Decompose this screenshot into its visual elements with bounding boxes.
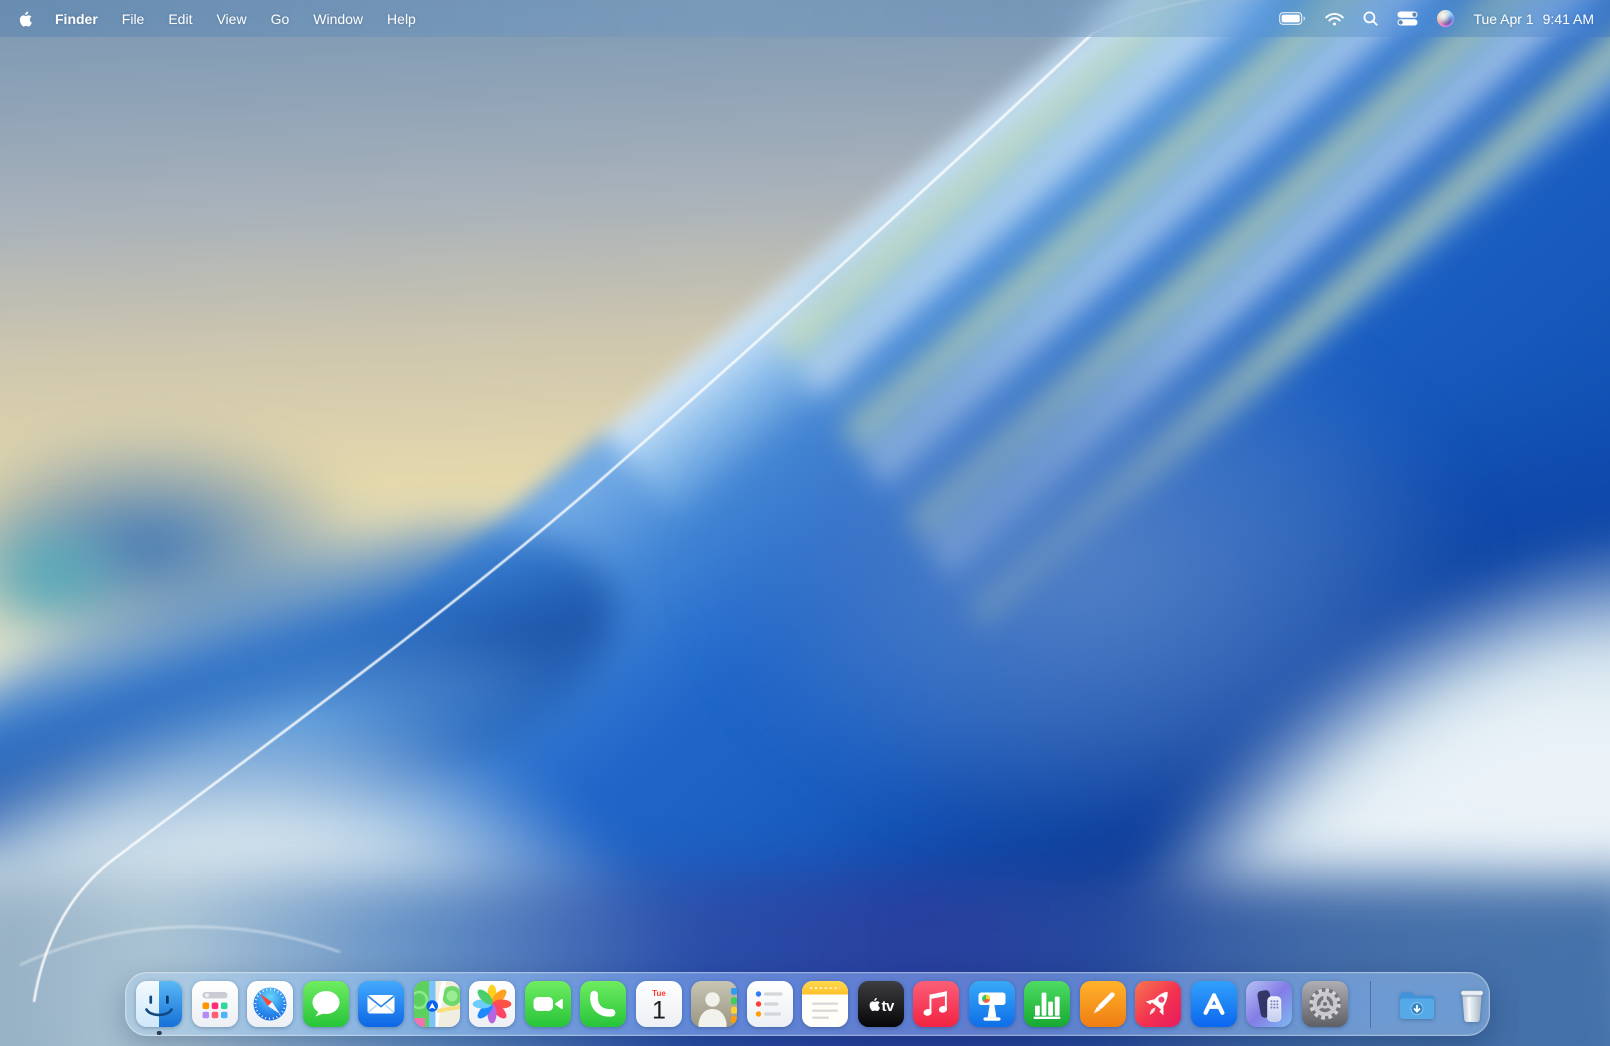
dock-tv-icon[interactable]: tv [857, 981, 904, 1027]
wallpaper-teal-accent [0, 510, 140, 640]
clock-date: Tue Apr 1 [1473, 10, 1534, 27]
tv-label: tv [881, 998, 894, 1015]
dock-contacts-icon[interactable] [691, 981, 737, 1027]
menu-go[interactable]: Go [271, 11, 290, 27]
dock-safari-icon[interactable] [247, 981, 293, 1027]
dock-messages-icon[interactable] [302, 981, 349, 1027]
wallpaper-mid-glow [700, 300, 1480, 840]
dock-reminders-icon[interactable] [746, 981, 793, 1027]
battery-icon[interactable] [1279, 12, 1306, 25]
dock-system-settings-icon[interactable] [1301, 981, 1348, 1027]
dock-music-icon[interactable] [913, 981, 959, 1027]
dock: Tue 1 tv [125, 972, 1490, 1036]
menu-app-name[interactable]: Finder [55, 11, 98, 27]
macos-desktop: Finder File Edit View Go Window Help Tue… [0, 0, 1610, 1046]
wallpaper-blue-ribbon [0, 451, 659, 959]
dock-iphone-mirroring-icon[interactable] [1246, 981, 1292, 1027]
menu-bar-clock[interactable]: Tue Apr 1 9:41 AM [1473, 11, 1594, 27]
dock-notes-icon[interactable] [802, 981, 848, 1027]
wallpaper-sky-gradient [0, 0, 1610, 1046]
menu-help[interactable]: Help [387, 11, 416, 27]
wallpaper-light-ribbon [26, 575, 574, 875]
clock-time: 9:41 AM [1542, 10, 1594, 27]
dock-maps-icon[interactable] [413, 981, 460, 1027]
dock-photos-icon[interactable] [469, 981, 515, 1027]
siri-icon[interactable] [1437, 10, 1455, 27]
menu-view[interactable]: View [216, 11, 246, 27]
menu-window[interactable]: Window [313, 11, 363, 27]
calendar-day-label: 1 [652, 997, 666, 1025]
dock-appstore-icon[interactable] [1190, 981, 1237, 1027]
menu-edit[interactable]: Edit [168, 11, 192, 27]
wallpaper-blue-wave [0, 0, 1610, 1046]
dock-mail-icon[interactable] [358, 981, 404, 1027]
dock-apps-icon[interactable] [191, 981, 238, 1027]
dock-keynote-icon[interactable] [968, 981, 1015, 1027]
wifi-icon[interactable] [1325, 12, 1345, 26]
dock-separator [1370, 980, 1371, 1028]
dock-finder-icon[interactable] [136, 981, 182, 1035]
wave-soft-edge [0, 278, 924, 1046]
wave-yellow-streaks [771, 0, 1610, 625]
wallpaper-icy-right [935, 381, 1610, 1046]
spotlight-search-icon[interactable] [1363, 11, 1379, 26]
dock-trash-icon[interactable] [1449, 981, 1495, 1027]
apple-menu-icon[interactable] [16, 9, 33, 29]
desktop-wallpaper[interactable] [0, 0, 1610, 1046]
menu-bar: Finder File Edit View Go Window Help Tue… [0, 0, 1610, 37]
dock-games-icon[interactable] [1135, 981, 1181, 1027]
dock-pages-icon[interactable] [1079, 981, 1126, 1027]
wave-deep-core [424, 141, 1610, 1046]
menu-bar-left: Finder File Edit View Go Window Help [16, 9, 416, 29]
wave-crest-highlight [596, 0, 1610, 524]
dock-facetime-icon[interactable] [524, 981, 571, 1027]
dock-phone-icon[interactable] [580, 981, 626, 1027]
apple-logo-icon [19, 11, 32, 27]
menu-bar-status: Tue Apr 1 9:41 AM [1279, 10, 1594, 27]
wallpaper-left-hill [0, 430, 370, 660]
dock-numbers-icon[interactable] [1024, 981, 1070, 1027]
wallpaper-white-curves [19, 0, 1205, 1003]
running-indicator [156, 1030, 162, 1035]
dock-downloads-folder[interactable] [1394, 981, 1440, 1027]
menu-file[interactable]: File [122, 11, 145, 27]
control-center-icon[interactable] [1397, 11, 1418, 26]
dock-calendar-icon[interactable]: Tue 1 [635, 981, 682, 1027]
